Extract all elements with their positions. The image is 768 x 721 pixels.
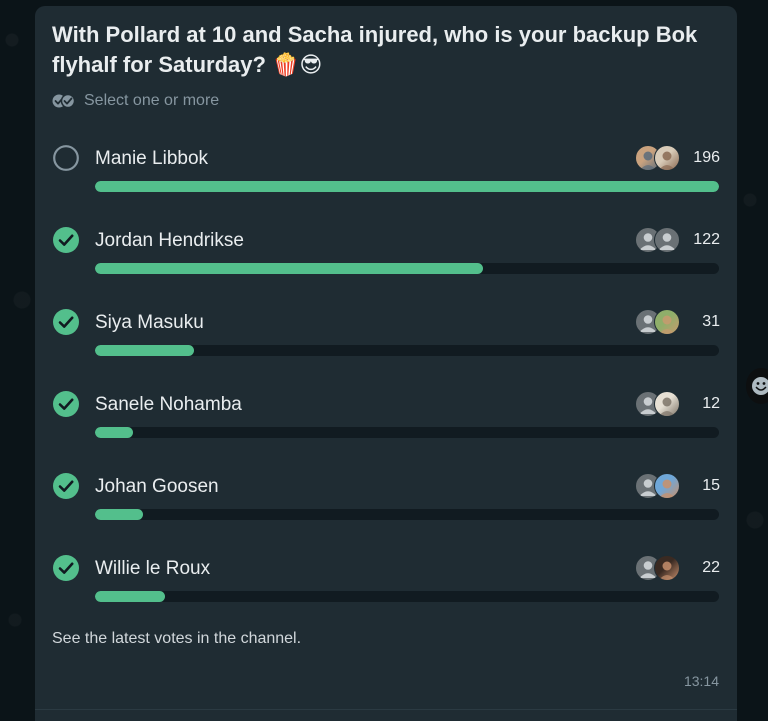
vote-bar-track xyxy=(95,181,719,192)
poll-option[interactable]: Willie le Roux 22 xyxy=(52,554,720,614)
message-timestamp: 13:14 xyxy=(683,673,719,689)
poll-option[interactable]: Manie Libbok 196 xyxy=(52,144,720,204)
voter-avatars xyxy=(635,473,680,499)
vote-count: 15 xyxy=(702,477,720,494)
vote-count: 196 xyxy=(693,149,720,166)
vote-bar-track xyxy=(95,263,719,274)
poll-option[interactable]: Johan Goosen 15 xyxy=(52,472,720,532)
empty-circle-icon[interactable] xyxy=(52,144,80,172)
select-hint-label: Select one or more xyxy=(84,92,220,109)
vote-bar-track xyxy=(95,427,719,438)
check-circle-icon[interactable] xyxy=(52,226,80,254)
vote-count: 31 xyxy=(702,313,720,330)
poll-option[interactable]: Jordan Hendrikse 122 xyxy=(52,226,720,286)
voter-avatar xyxy=(654,555,680,581)
vote-bar-fill xyxy=(95,591,166,602)
option-label: Willie le Roux xyxy=(95,558,211,579)
vote-bar-fill xyxy=(95,427,134,438)
option-voters[interactable]: 31 xyxy=(635,308,720,336)
option-voters[interactable]: 12 xyxy=(635,390,720,418)
voter-avatar xyxy=(654,473,680,499)
option-voters[interactable]: 22 xyxy=(635,554,720,582)
poll-option[interactable]: Sanele Nohamba 12 xyxy=(52,390,720,450)
react-button[interactable] xyxy=(746,368,768,404)
poll-message: With Pollard at 10 and Sacha injured, wh… xyxy=(35,6,737,721)
option-label: Sanele Nohamba xyxy=(95,394,242,415)
vote-bar-track xyxy=(95,509,719,520)
check-circle-icon[interactable] xyxy=(52,472,80,500)
vote-count: 12 xyxy=(702,395,720,412)
vote-count: 22 xyxy=(702,559,720,576)
option-voters[interactable]: 122 xyxy=(635,226,720,254)
select-hint: Select one or more xyxy=(52,92,219,110)
vote-count: 122 xyxy=(693,231,720,248)
voter-avatars xyxy=(635,227,680,253)
voter-avatar xyxy=(654,145,680,171)
voter-avatars xyxy=(635,555,680,581)
vote-bar-fill xyxy=(95,509,143,520)
vote-bar-fill xyxy=(95,181,719,192)
voter-avatar xyxy=(654,309,680,335)
option-voters[interactable]: 196 xyxy=(635,144,720,172)
voter-avatars xyxy=(635,145,680,171)
vote-bar-track xyxy=(95,345,719,356)
option-label: Manie Libbok xyxy=(95,148,209,169)
vote-bar-fill xyxy=(95,345,194,356)
voter-avatars xyxy=(635,309,680,335)
voter-avatar xyxy=(654,391,680,417)
double-check-icon xyxy=(52,94,76,108)
card-divider xyxy=(35,709,737,710)
poll-question: With Pollard at 10 and Sacha injured, wh… xyxy=(52,22,698,77)
poll-option[interactable]: Siya Masuku 31 xyxy=(52,308,720,368)
check-circle-icon[interactable] xyxy=(52,308,80,336)
channel-votes-note[interactable]: See the latest votes in the channel. xyxy=(52,630,301,648)
option-label: Jordan Hendrikse xyxy=(95,230,244,251)
option-voters[interactable]: 15 xyxy=(635,472,720,500)
vote-bar-fill xyxy=(95,263,484,274)
check-circle-icon[interactable] xyxy=(52,554,80,582)
voter-avatars xyxy=(635,391,680,417)
vote-bar-track xyxy=(95,591,719,602)
check-circle-icon[interactable] xyxy=(52,390,80,418)
option-label: Siya Masuku xyxy=(95,312,204,333)
emoji-smile-icon xyxy=(752,377,768,395)
option-label: Johan Goosen xyxy=(95,476,219,497)
voter-avatar xyxy=(654,227,680,253)
